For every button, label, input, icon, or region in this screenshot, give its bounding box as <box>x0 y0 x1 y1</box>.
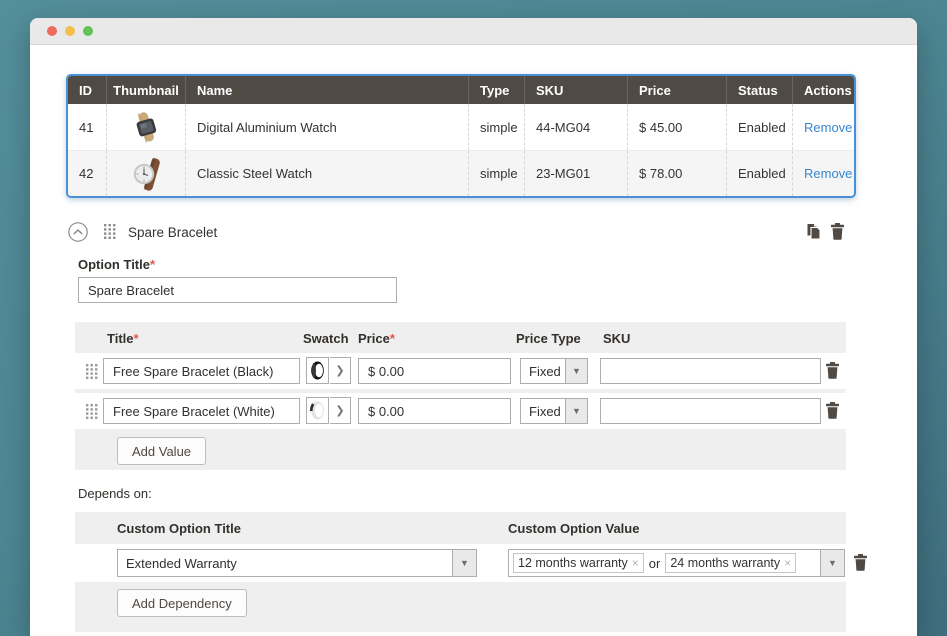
remove-product-link[interactable]: Remove <box>804 120 852 135</box>
close-window-icon[interactable] <box>47 26 57 36</box>
product-status: Enabled <box>726 104 792 150</box>
option-value-row: ❯ Fixed ▼ <box>75 393 846 429</box>
custom-option-title-value: Extended Warranty <box>117 549 453 577</box>
values-header-swatch: Swatch <box>303 331 349 346</box>
required-mark: * <box>150 257 155 272</box>
price-type-value: Fixed <box>520 398 566 424</box>
option-values-panel: Title* Swatch Price* Price Type SKU <box>75 322 846 470</box>
trash-icon[interactable] <box>825 402 840 419</box>
products-table-header-row: ID Thumbnail Name Type SKU Price Status … <box>68 76 854 104</box>
price-type-select[interactable]: Fixed ▼ <box>520 398 588 424</box>
dependency-panel: Custom Option Title Custom Option Value … <box>75 512 846 632</box>
option-value-row: ❯ Fixed ▼ <box>75 353 846 389</box>
value-tag-label: 12 months warranty <box>518 556 628 570</box>
column-header-price: Price <box>627 76 726 104</box>
black-bracelet-swatch[interactable] <box>306 357 329 384</box>
add-value-button[interactable]: Add Value <box>117 437 206 465</box>
price-type-select[interactable]: Fixed ▼ <box>520 358 588 384</box>
trash-icon[interactable] <box>830 223 847 240</box>
product-price: $ 45.00 <box>627 104 726 150</box>
value-tag: 12 months warranty × <box>513 553 644 573</box>
tag-close-icon[interactable]: × <box>784 556 791 570</box>
dependency-header-value: Custom Option Value <box>508 521 639 536</box>
custom-option-value-multiselect[interactable]: 12 months warranty × or 24 months warran… <box>508 549 845 577</box>
dependency-header-title: Custom Option Title <box>117 521 241 536</box>
trash-icon[interactable] <box>853 554 868 571</box>
column-header-id: ID <box>68 76 106 104</box>
select-arrow-icon: ▼ <box>565 398 588 424</box>
add-dependency-button[interactable]: Add Dependency <box>117 589 247 617</box>
values-header-price-type: Price Type <box>516 331 581 346</box>
depends-on-label: Depends on: <box>78 486 152 501</box>
column-header-type: Type <box>468 76 524 104</box>
joiner-text: or <box>649 556 661 571</box>
custom-option-title-select[interactable]: Extended Warranty ▼ <box>117 549 477 577</box>
column-header-sku: SKU <box>524 76 627 104</box>
value-price-input[interactable] <box>358 358 511 384</box>
swatch-next-icon[interactable]: ❯ <box>330 357 351 384</box>
collapse-icon[interactable] <box>68 222 88 242</box>
product-sku: 44-MG04 <box>524 104 627 150</box>
value-sku-input[interactable] <box>600 358 821 384</box>
values-header-sku: SKU <box>603 331 630 346</box>
drag-handle-icon[interactable] <box>86 364 98 379</box>
window-titlebar <box>30 18 917 45</box>
product-name: Classic Steel Watch <box>185 151 468 196</box>
column-header-thumbnail: Thumbnail <box>106 76 185 104</box>
drag-handle-icon[interactable] <box>86 404 98 419</box>
required-mark: * <box>134 331 139 346</box>
product-price: $ 78.00 <box>627 151 726 196</box>
value-sku-input[interactable] <box>600 398 821 424</box>
column-header-status: Status <box>726 76 792 104</box>
minimize-window-icon[interactable] <box>65 26 75 36</box>
value-title-input[interactable] <box>103 398 300 424</box>
price-type-value: Fixed <box>520 358 566 384</box>
values-header-price: Price* <box>358 331 395 346</box>
product-type: simple <box>468 151 524 196</box>
assigned-products-table: ID Thumbnail Name Type SKU Price Status … <box>66 74 856 198</box>
tag-close-icon[interactable]: × <box>632 556 639 570</box>
product-sku: 23-MG01 <box>524 151 627 196</box>
product-id: 41 <box>68 104 106 150</box>
table-row: 42 Classic Steel Watch simple 23-MG01 <box>68 150 854 196</box>
remove-product-link[interactable]: Remove <box>804 166 852 181</box>
option-section-title: Spare Bracelet <box>128 225 217 240</box>
product-type: simple <box>468 104 524 150</box>
select-arrow-icon: ▼ <box>820 549 845 577</box>
option-title-input[interactable] <box>78 277 397 303</box>
value-price-input[interactable] <box>358 398 511 424</box>
copy-icon[interactable] <box>805 223 822 240</box>
product-status: Enabled <box>726 151 792 196</box>
required-mark: * <box>390 331 395 346</box>
value-title-input[interactable] <box>103 358 300 384</box>
white-bracelet-swatch[interactable] <box>306 397 329 424</box>
option-title-label: Option Title* <box>78 257 155 272</box>
dependency-row: Extended Warranty ▼ 12 months warranty ×… <box>75 544 846 582</box>
value-tag-label: 24 months warranty <box>670 556 780 570</box>
select-arrow-icon: ▼ <box>452 549 477 577</box>
value-tag: 24 months warranty × <box>665 553 796 573</box>
table-row: 41 Digital Aluminium Watch simple 44-MG0… <box>68 104 854 150</box>
digital-aluminium-watch-thumbnail <box>106 104 185 150</box>
swatch-next-icon[interactable]: ❯ <box>330 397 351 424</box>
select-arrow-icon: ▼ <box>565 358 588 384</box>
drag-handle-icon[interactable] <box>104 224 116 239</box>
app-window: ID Thumbnail Name Type SKU Price Status … <box>30 18 917 636</box>
column-header-name: Name <box>185 76 468 104</box>
product-name: Digital Aluminium Watch <box>185 104 468 150</box>
classic-steel-watch-thumbnail <box>106 151 185 196</box>
column-header-actions: Actions <box>792 76 854 104</box>
trash-icon[interactable] <box>825 362 840 379</box>
product-id: 42 <box>68 151 106 196</box>
zoom-window-icon[interactable] <box>83 26 93 36</box>
values-header-title: Title* <box>107 331 139 346</box>
